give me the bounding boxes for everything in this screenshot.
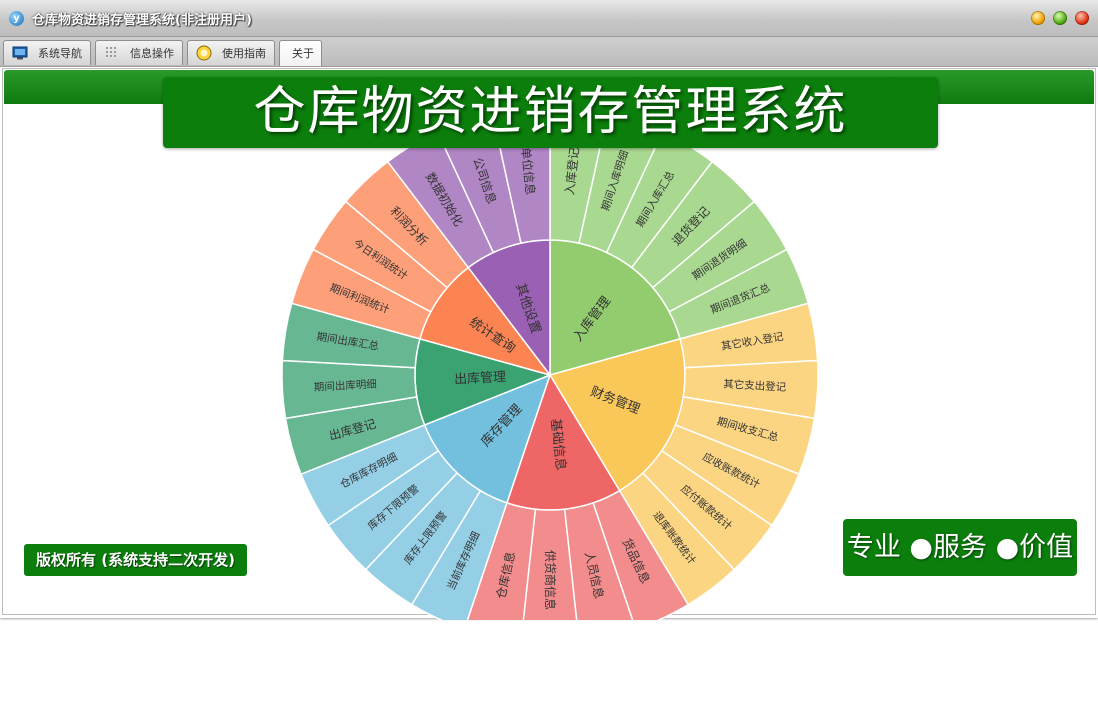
system-title-banner: 仓库物资进销存管理系统	[163, 77, 938, 148]
title-bar[interactable]: y 仓库物资进销存管理系统(非注册用户)	[0, 0, 1098, 37]
tab-label: 系统导航	[38, 47, 82, 60]
tab-label: 使用指南	[222, 47, 266, 60]
app-window: y 仓库物资进销存管理系统(非注册用户) 系统导航 信息操作 使用指南 关于 入…	[0, 0, 1098, 620]
slogan-badge: 专业 ●服务 ●价值	[843, 519, 1077, 576]
tab-system-navigation[interactable]: 系统导航	[3, 40, 91, 65]
tab-label: 关于	[292, 47, 314, 60]
tab-label: 信息操作	[130, 47, 174, 60]
copyright-badge: 版权所有 (系统支持二次开发)	[24, 544, 247, 576]
window-title: 仓库物资进销存管理系统(非注册用户)	[32, 13, 252, 28]
tab-bar: 系统导航 信息操作 使用指南 关于	[0, 37, 1098, 67]
tab-info-operations[interactable]: 信息操作	[95, 40, 183, 65]
minimize-button[interactable]	[1031, 11, 1045, 25]
guide-icon	[196, 45, 212, 61]
tab-about[interactable]: 关于	[279, 40, 322, 66]
tab-user-guide[interactable]: 使用指南	[187, 40, 275, 65]
sunburst-category-label: 出库管理	[454, 369, 507, 388]
app-logo-icon: y	[9, 11, 24, 26]
sunburst-item-label: 供货商信息	[543, 550, 558, 610]
close-button[interactable]	[1075, 11, 1089, 25]
monitor-icon	[12, 46, 28, 60]
grid-icon	[106, 47, 116, 57]
function-sunburst-chart: 入库管理入库登记 期间入库明细 期间入库汇总退货登记期间退货明细期间退货汇总财务管理…	[281, 106, 819, 620]
maximize-button[interactable]	[1053, 11, 1067, 25]
